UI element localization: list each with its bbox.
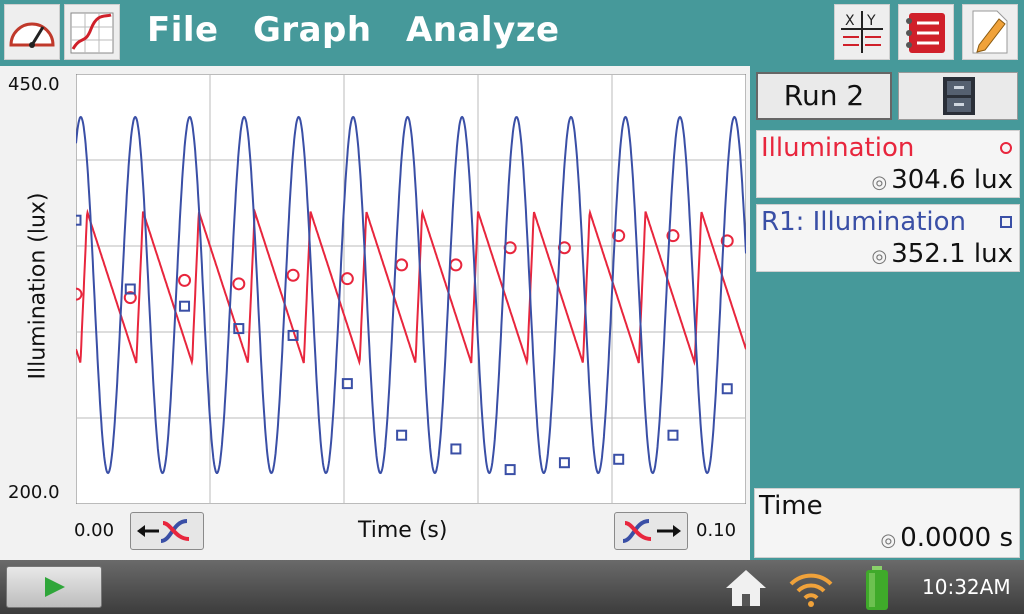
scroll-left-button[interactable] [130, 512, 204, 550]
play-icon [45, 577, 65, 597]
x-axis-title[interactable]: Time (s) [358, 518, 447, 543]
meter-time-value: 0.0000 s [900, 523, 1013, 553]
meter-illumination-value: 304.6 lux [891, 165, 1013, 195]
square-marker-icon [1000, 216, 1012, 228]
battery-icon[interactable] [862, 564, 892, 612]
y-axis-title[interactable]: Illumination (lux) [22, 96, 54, 476]
menu-file[interactable]: File [147, 10, 219, 50]
svg-text:Y: Y [866, 13, 876, 29]
sensor-icon: ◎ [871, 172, 888, 193]
scroll-left-icon [137, 519, 190, 543]
meter-illumination-name: Illumination [761, 133, 915, 163]
file-cabinet-button[interactable] [898, 72, 1018, 120]
meter-icon[interactable] [4, 4, 60, 60]
meter-time[interactable]: Time ◎ 0.0000 s [754, 488, 1020, 558]
sensor-icon: ◎ [880, 530, 897, 551]
meter-illumination[interactable]: Illumination ◎ 304.6 lux [756, 130, 1020, 198]
notes-icon[interactable] [962, 4, 1018, 60]
meter-time-name: Time [759, 491, 823, 521]
y-axis-title-text: Illumination (lux) [25, 192, 51, 380]
y-axis-max-label[interactable]: 450.0 [8, 74, 60, 95]
home-icon[interactable] [722, 566, 770, 610]
graph-icon[interactable] [64, 4, 120, 60]
list-icon[interactable] [898, 4, 954, 60]
top-toolbar: File Graph Analyze X Y [0, 0, 1024, 66]
y-axis-min-label[interactable]: 200.0 [8, 482, 60, 503]
x-axis-min-label[interactable]: 0.00 [74, 520, 114, 541]
menu-analyze[interactable]: Analyze [406, 10, 560, 50]
scroll-right-icon [622, 519, 681, 543]
graph-plot[interactable] [76, 74, 746, 504]
menu-graph[interactable]: Graph [253, 10, 372, 50]
meter-r1-illumination-value: 352.1 lux [891, 239, 1013, 269]
wifi-icon[interactable] [786, 566, 836, 610]
circle-marker-icon [1000, 142, 1012, 154]
meter-r1-illumination-name: R1: Illumination [761, 207, 966, 237]
sensor-icon: ◎ [871, 246, 888, 267]
file-cabinet-icon [943, 77, 975, 115]
clock: 10:32AM [922, 575, 1011, 599]
scroll-right-button[interactable] [614, 512, 688, 550]
main-menu: File Graph Analyze [147, 10, 582, 50]
table-icon[interactable]: X Y [834, 4, 890, 60]
meter-r1-illumination[interactable]: R1: Illumination ◎ 352.1 lux [756, 204, 1020, 272]
run-select-button[interactable]: Run 2 [756, 72, 892, 120]
collect-button[interactable] [6, 566, 102, 608]
svg-text:X: X [845, 13, 855, 29]
x-axis-max-label[interactable]: 0.10 [696, 520, 736, 541]
